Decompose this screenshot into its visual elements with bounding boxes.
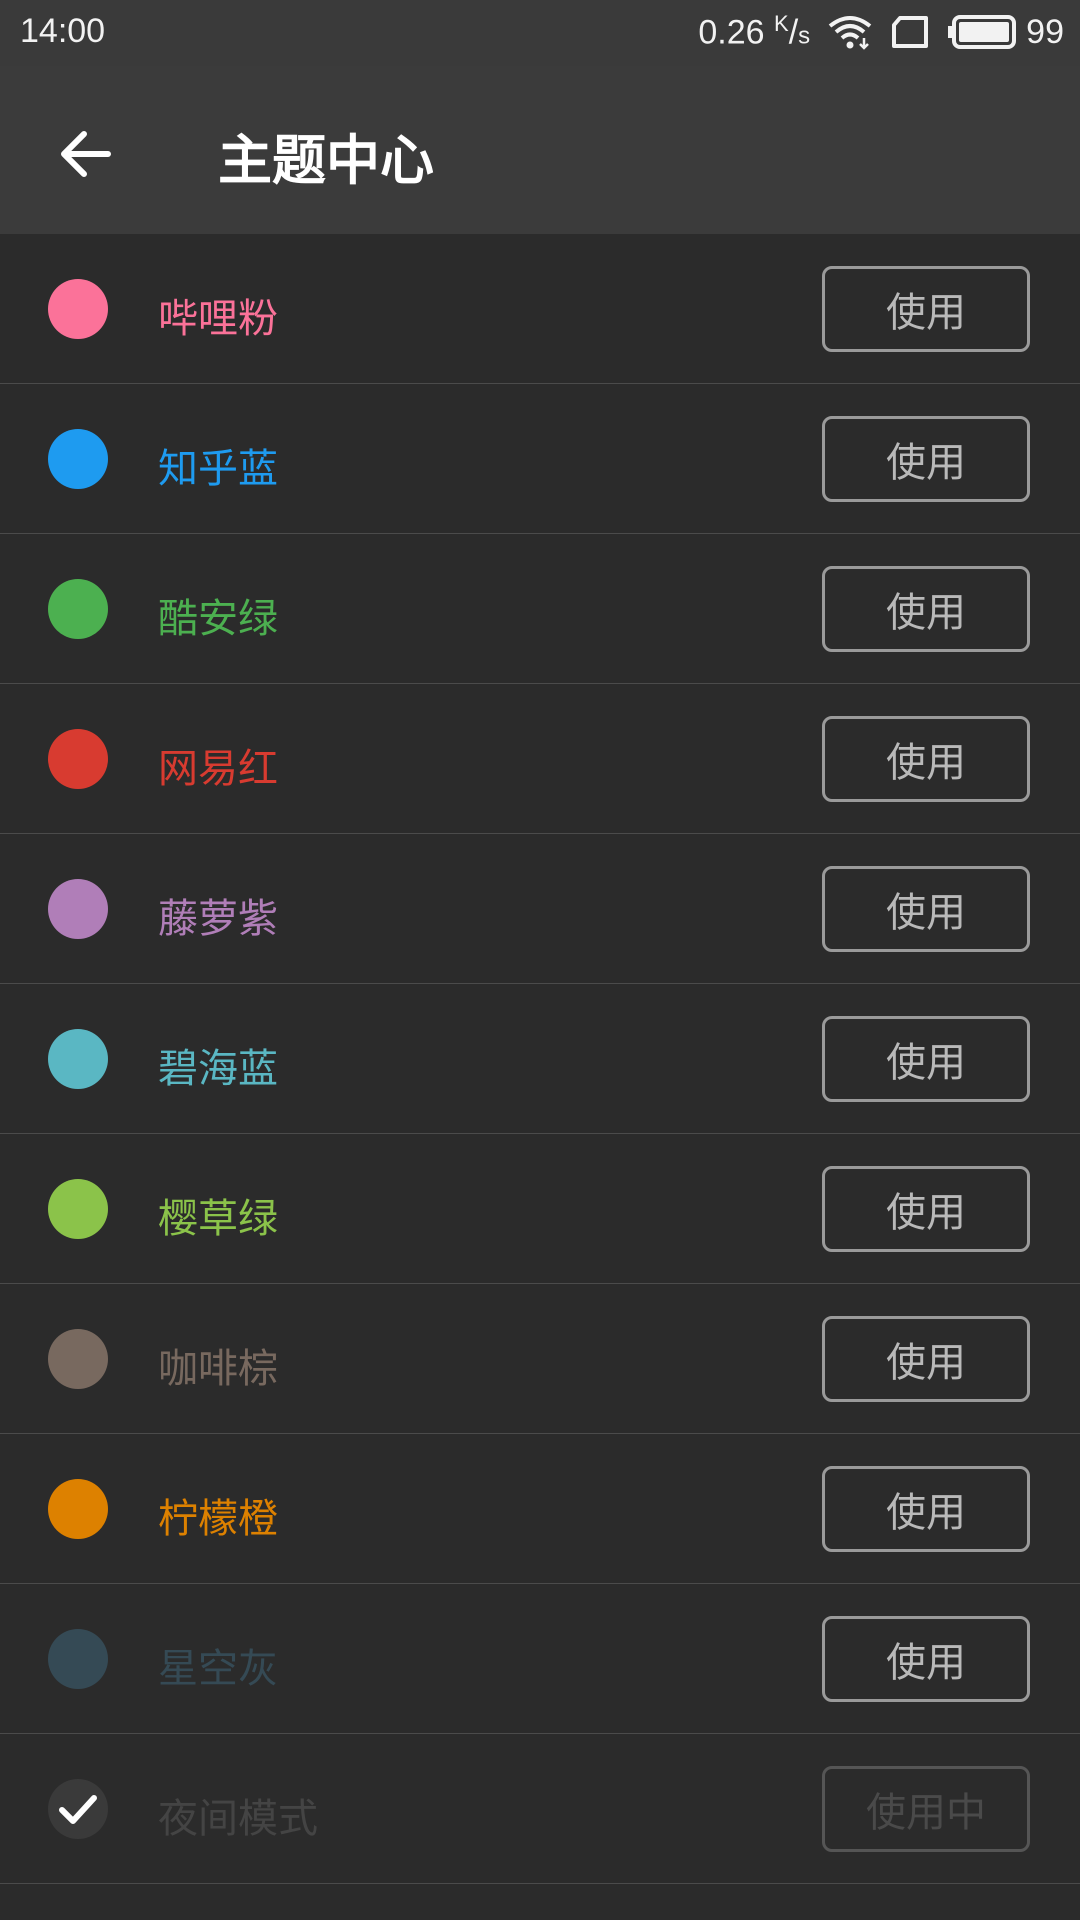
theme-row-5: 碧海蓝 使用 — [0, 984, 1080, 1134]
theme-color-swatch — [48, 879, 108, 939]
status-bar: 14:00 0.26 K/s 99 — [0, 0, 1080, 66]
app-bar: 主题中心 — [0, 66, 1080, 234]
use-theme-button[interactable]: 使用 — [822, 416, 1030, 502]
theme-color-swatch — [48, 1629, 108, 1689]
theme-row-7: 咖啡棕 使用 — [0, 1284, 1080, 1434]
use-theme-button[interactable]: 使用 — [822, 1016, 1030, 1102]
use-theme-button[interactable]: 使用 — [822, 866, 1030, 952]
theme-color-swatch — [48, 729, 108, 789]
theme-name: 柠檬橙 — [158, 1496, 278, 1542]
theme-name: 藤萝紫 — [158, 896, 278, 942]
use-theme-button[interactable]: 使用 — [822, 716, 1030, 802]
theme-row-0: 哔哩粉 使用 — [0, 234, 1080, 384]
theme-name: 酷安绿 — [158, 596, 278, 642]
page-title: 主题中心 — [218, 129, 434, 192]
theme-color-swatch — [48, 579, 108, 639]
theme-name: 夜间模式 — [158, 1796, 318, 1842]
theme-row-2: 酷安绿 使用 — [0, 534, 1080, 684]
wifi-icon — [828, 14, 872, 50]
theme-color-swatch — [48, 1479, 108, 1539]
theme-row-6: 樱草绿 使用 — [0, 1134, 1080, 1284]
arrow-left-icon — [61, 131, 111, 177]
use-theme-button[interactable]: 使用 — [822, 1166, 1030, 1252]
use-theme-button[interactable]: 使用 — [822, 1616, 1030, 1702]
theme-color-swatch — [48, 1329, 108, 1389]
theme-row-10: 夜间模式 使用中 — [0, 1734, 1080, 1884]
status-icons: 0.26 K/s 99 — [698, 10, 1064, 54]
use-theme-button[interactable]: 使用 — [822, 1466, 1030, 1552]
theme-color-swatch — [48, 429, 108, 489]
theme-color-swatch — [48, 279, 108, 339]
theme-name: 知乎蓝 — [158, 446, 278, 492]
theme-color-swatch — [48, 1029, 108, 1089]
checkmark-icon — [59, 1795, 97, 1824]
theme-name: 星空灰 — [158, 1646, 278, 1692]
theme-name: 碧海蓝 — [158, 1046, 278, 1092]
theme-color-swatch — [48, 1179, 108, 1239]
in-use-button[interactable]: 使用中 — [822, 1766, 1030, 1852]
use-theme-button[interactable]: 使用 — [822, 1316, 1030, 1402]
use-theme-button[interactable]: 使用 — [822, 566, 1030, 652]
sim-card-icon — [890, 15, 930, 49]
network-speed: 0.26 K/s — [698, 11, 811, 52]
theme-row-4: 藤萝紫 使用 — [0, 834, 1080, 984]
battery-level: 99 — [1026, 12, 1064, 51]
theme-color-swatch — [48, 1779, 108, 1839]
battery-icon — [948, 14, 1018, 50]
theme-list: 哔哩粉 使用 知乎蓝 使用 酷安绿 使用 网易红 使用 藤萝紫 使用 碧海蓝 使… — [0, 234, 1080, 1884]
theme-name: 咖啡棕 — [158, 1346, 278, 1392]
theme-row-3: 网易红 使用 — [0, 684, 1080, 834]
theme-name: 网易红 — [158, 746, 278, 792]
theme-row-9: 星空灰 使用 — [0, 1584, 1080, 1734]
back-button[interactable] — [48, 118, 120, 190]
theme-name: 樱草绿 — [158, 1196, 278, 1242]
theme-row-8: 柠檬橙 使用 — [0, 1434, 1080, 1584]
use-theme-button[interactable]: 使用 — [822, 266, 1030, 352]
theme-name: 哔哩粉 — [158, 296, 278, 342]
status-time: 14:00 — [20, 12, 106, 50]
theme-row-1: 知乎蓝 使用 — [0, 384, 1080, 534]
